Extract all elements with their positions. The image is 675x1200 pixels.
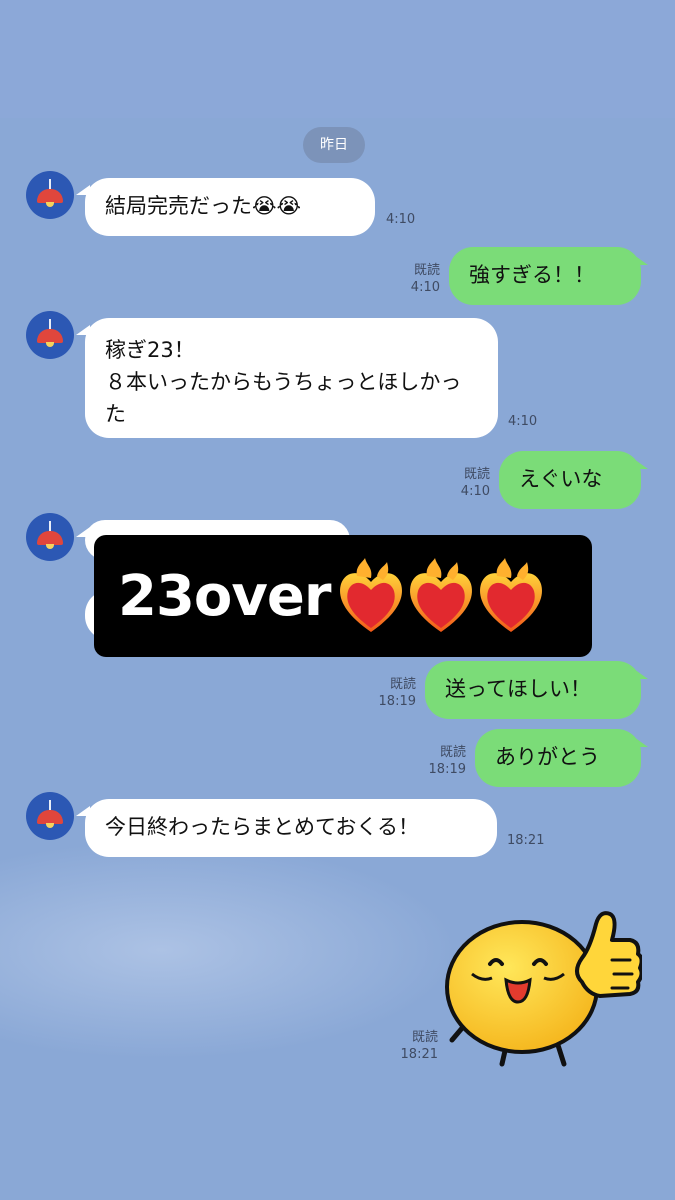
message-bubble-outgoing[interactable]: ありがとう <box>475 729 641 787</box>
pendant-lamp-icon <box>37 810 63 824</box>
pendant-lamp-icon <box>37 329 63 343</box>
message-bubble-incoming[interactable]: 結局完売だった😭😭 <box>85 178 375 236</box>
overlay-text: 23over <box>118 563 332 629</box>
sender-avatar[interactable] <box>26 311 74 359</box>
story-text-overlay: 23over <box>94 535 592 657</box>
message-time: 18:19 <box>378 694 416 709</box>
read-receipt: 既読 <box>389 677 416 692</box>
message-meta: 既読 4:10 <box>390 262 440 296</box>
message-time: 18:21 <box>507 833 545 848</box>
message-time: 4:10 <box>508 414 538 429</box>
background-haze <box>0 840 460 1060</box>
read-receipt: 既読 <box>439 745 466 760</box>
message-meta: 既読 18:21 <box>388 1029 438 1063</box>
message-time: 4:10 <box>410 280 440 295</box>
message-meta: 既読 18:19 <box>366 676 416 710</box>
thumbs-up-emoji-sticker[interactable] <box>442 892 642 1072</box>
message-time: 18:21 <box>400 1047 438 1062</box>
message-bubble-outgoing[interactable]: 送ってほしい！ <box>425 661 641 719</box>
read-receipt: 既読 <box>463 467 490 482</box>
read-receipt: 既読 <box>411 1030 438 1045</box>
pendant-lamp-icon <box>37 189 63 203</box>
read-receipt: 既読 <box>413 263 440 278</box>
sender-avatar[interactable] <box>26 171 74 219</box>
sender-avatar[interactable] <box>26 513 74 561</box>
message-bubble-outgoing[interactable]: えぐいな <box>499 451 641 509</box>
message-meta: 既読 4:10 <box>440 466 490 500</box>
message-time: 18:19 <box>428 762 466 777</box>
message-bubble-incoming[interactable]: 稼ぎ23！ ８本いったからもうちょっとほしかった <box>85 318 498 438</box>
message-bubble-outgoing[interactable]: 強すぎる！！ <box>449 247 641 305</box>
heart-on-fire-icon <box>339 558 542 632</box>
date-divider: 昨日 <box>303 127 365 163</box>
message-bubble-incoming[interactable]: 今日終わったらまとめておくる！ <box>85 799 497 857</box>
pendant-lamp-icon <box>37 531 63 545</box>
message-time: 4:10 <box>386 212 416 227</box>
sender-avatar[interactable] <box>26 792 74 840</box>
message-meta: 既読 18:19 <box>416 744 466 778</box>
message-time: 4:10 <box>460 484 490 499</box>
